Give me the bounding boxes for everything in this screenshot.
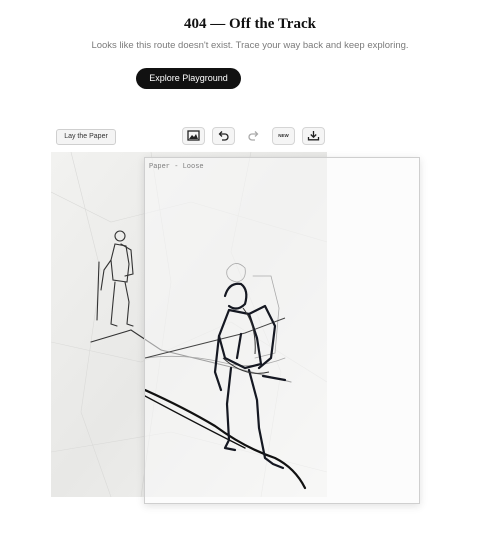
new-icon: NEW	[278, 133, 289, 138]
undo-icon	[218, 131, 229, 141]
loose-paper-sheet[interactable]: Paper - Loose	[144, 157, 420, 504]
image-icon	[187, 130, 200, 141]
hiker-sketch-front	[145, 263, 307, 490]
undo-button[interactable]	[212, 127, 235, 145]
lay-the-paper-button[interactable]: Lay the Paper	[56, 129, 116, 145]
image-button[interactable]	[182, 127, 205, 145]
paper-label: Paper - Loose	[149, 163, 204, 171]
download-button[interactable]	[302, 127, 325, 145]
explore-playground-button[interactable]: Explore Playground	[136, 68, 241, 89]
new-button[interactable]: NEW	[272, 127, 295, 145]
page-title: 404 — Off the Track	[184, 16, 316, 32]
download-icon	[307, 131, 320, 141]
redo-button[interactable]	[242, 127, 265, 145]
page-subtitle: Looks like this route doesn't exist. Tra…	[91, 40, 409, 51]
redo-icon	[248, 131, 259, 141]
